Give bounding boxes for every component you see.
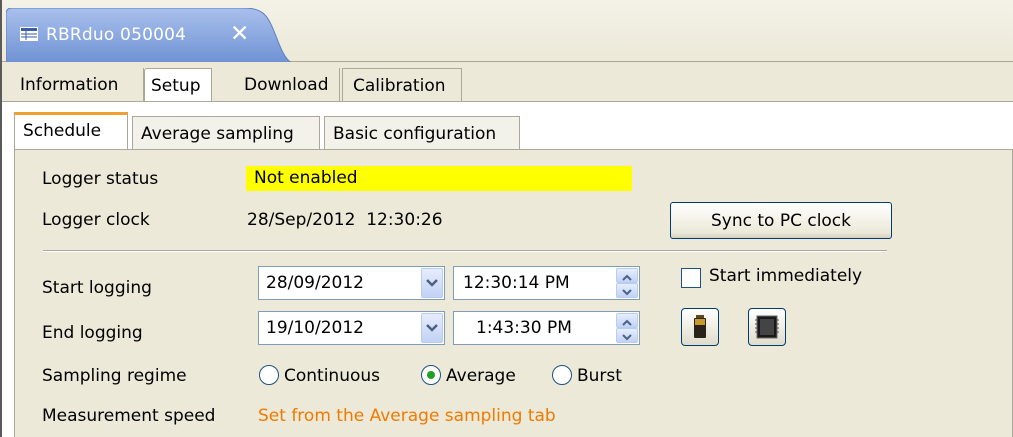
- start-logging-label: Start logging: [42, 278, 152, 298]
- radio-continuous[interactable]: [259, 365, 279, 385]
- end-date-combo[interactable]: 19/10/2012: [258, 311, 445, 345]
- radio-burst-label: Burst: [577, 366, 622, 386]
- close-icon[interactable]: ✕: [230, 21, 249, 47]
- tab-calibration[interactable]: Calibration: [342, 68, 462, 102]
- end-logging-label: End logging: [42, 323, 143, 343]
- sampling-regime-label: Sampling regime: [42, 366, 187, 386]
- start-immediately-label: Start immediately: [709, 266, 863, 286]
- top-tab-bar: Information Setup Download Calibration: [2, 62, 1013, 102]
- spinner-arrows-icon[interactable]: [616, 268, 638, 298]
- tab-setup[interactable]: Setup: [144, 68, 212, 102]
- tab-download[interactable]: Download: [232, 68, 340, 102]
- start-immediately-checkbox[interactable]: [681, 268, 701, 288]
- start-date-value: 28/09/2012: [266, 273, 364, 293]
- editor-tab-strip: RBRduo 050004 ✕: [2, 0, 1013, 63]
- spinner-arrows-icon[interactable]: [616, 313, 638, 343]
- tab-information[interactable]: Information: [8, 68, 144, 102]
- logger-status-value: Not enabled: [254, 168, 358, 188]
- chevron-down-icon[interactable]: [421, 313, 443, 343]
- end-date-value: 19/10/2012: [266, 318, 364, 338]
- radio-continuous-label: Continuous: [284, 366, 381, 386]
- app-window: RBRduo 050004 ✕ Information Setup Downlo…: [0, 0, 1013, 437]
- radio-average-label: Average: [446, 366, 516, 386]
- start-time-spinner[interactable]: 12:30:14 PM: [453, 266, 640, 300]
- memory-button[interactable]: [748, 308, 786, 346]
- chevron-down-icon[interactable]: [421, 268, 443, 298]
- radio-average[interactable]: [421, 365, 441, 385]
- memory-icon: [749, 315, 785, 350]
- measurement-speed-label: Measurement speed: [42, 406, 216, 426]
- editor-tab[interactable]: RBRduo 050004 ✕: [6, 8, 292, 63]
- setup-panel: Schedule Average sampling Basic configur…: [2, 101, 1013, 437]
- end-time-value: 1:43:30 PM: [476, 318, 572, 338]
- section-divider: [43, 250, 887, 252]
- sync-to-pc-clock-button[interactable]: Sync to PC clock: [670, 202, 892, 239]
- tab-basic-configuration[interactable]: Basic configuration: [324, 116, 520, 150]
- radio-burst[interactable]: [552, 365, 572, 385]
- logger-clock-value: 28/Sep/2012 12:30:26: [247, 210, 443, 230]
- tab-average-sampling[interactable]: Average sampling: [132, 116, 320, 150]
- start-date-combo[interactable]: 28/09/2012: [258, 266, 445, 300]
- start-time-value: 12:30:14 PM: [463, 273, 570, 293]
- logger-status-field: Not enabled: [246, 166, 632, 191]
- editor-tab-title: RBRduo 050004: [46, 25, 187, 45]
- end-time-spinner[interactable]: 1:43:30 PM: [453, 311, 640, 345]
- battery-icon: [682, 315, 718, 350]
- logger-clock-label: Logger clock: [42, 210, 150, 230]
- schedule-content: Logger status Not enabled Logger clock 2…: [14, 149, 1013, 437]
- battery-button[interactable]: [681, 308, 719, 346]
- measurement-speed-note: Set from the Average sampling tab: [258, 406, 556, 426]
- tab-schedule[interactable]: Schedule: [14, 112, 128, 150]
- logger-status-label: Logger status: [42, 169, 159, 189]
